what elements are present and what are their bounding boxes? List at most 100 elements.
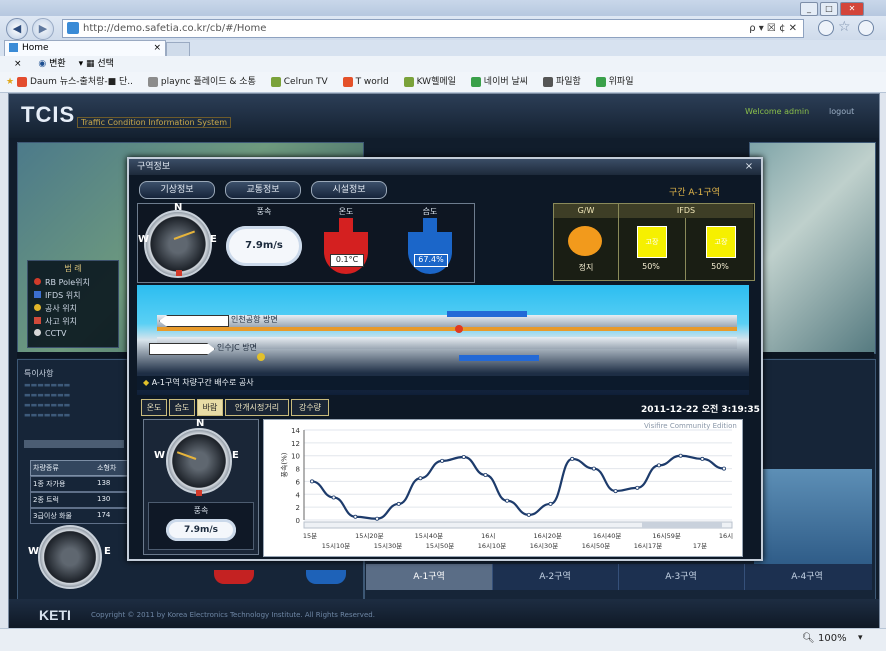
ifds2-value: 50% <box>711 262 729 271</box>
tab-weather[interactable]: 기상정보 <box>139 181 215 199</box>
fav-item-filebox[interactable]: 파일함 <box>542 72 581 92</box>
address-tools[interactable]: ρ ▾ ☒ ¢ ✕ <box>749 20 797 37</box>
home-icon[interactable] <box>818 20 834 36</box>
wind-chart: Visifire Community Edition 풍속(%) 0 2 4 6 8 10… <box>263 419 743 557</box>
zone-tab-a4[interactable]: A-4구역 <box>744 564 870 590</box>
small-compass-n: N <box>196 418 205 429</box>
chart-ytick-label: 10 <box>291 453 300 461</box>
favorites-star-icon[interactable]: ☆ <box>838 19 851 35</box>
fav-item-tworld[interactable]: T world <box>342 72 389 92</box>
fav-item-daum[interactable]: Daum 뉴스-출처랑-■ 단.. <box>16 72 133 92</box>
chart-xtick-label: 15시30분 <box>374 542 403 550</box>
forward-icon[interactable]: ▶ <box>32 18 54 40</box>
footer-logo: KETI <box>39 607 71 623</box>
wind-side-panel: N W E 풍속 7.9m/s <box>143 418 259 555</box>
pole-marker-icon[interactable] <box>455 325 463 333</box>
temp-gauge <box>214 570 254 584</box>
address-bar[interactable]: http://demo.safetia.co.kr/cb/#/Home ρ ▾ … <box>62 19 804 38</box>
zone-tab-a2[interactable]: A-2구역 <box>492 564 619 590</box>
chart-point <box>353 514 358 519</box>
chart-xtick-label: 16시10분 <box>478 542 507 550</box>
cmd-select[interactable]: 선택 <box>97 59 114 69</box>
chart-xtick-label: 16시 <box>719 532 733 540</box>
compass-e-label: E <box>104 546 111 557</box>
construction-marker-icon[interactable] <box>257 353 265 361</box>
fav-item-plaync[interactable]: plaync 플레이드 & 소통 <box>147 72 256 92</box>
tab-close-icon[interactable]: × <box>153 41 161 56</box>
cmd-translate[interactable]: 변환 <box>49 59 66 69</box>
tab-home[interactable]: Home × <box>4 40 166 56</box>
zone-tabs: A-1구역 A-2구역 A-3구역 A-4구역 <box>366 564 872 590</box>
bridge-image <box>754 469 872 569</box>
humid-bottle <box>408 232 452 274</box>
subtab-temp[interactable]: 온도 <box>141 399 167 416</box>
select-icon: ▾ ▦ <box>78 59 95 69</box>
fav-item-kwmail[interactable]: KW헬메일 <box>403 72 456 92</box>
chart-point <box>548 501 553 506</box>
tab-facility[interactable]: 시설정보 <box>311 181 387 199</box>
ifds1-cell: 고장 50% <box>619 218 686 280</box>
modal-titlebar: 구역정보 <box>129 159 761 175</box>
favorites-bar: ★ Daum 뉴스-출처랑-■ 단.. plaync 플레이드 & 소통 Cel… <box>0 72 886 93</box>
fav-item-weather[interactable]: 네이버 날씨 <box>470 72 528 92</box>
temp-label: 온도 <box>338 207 354 216</box>
new-tab-button[interactable] <box>166 42 190 56</box>
notice-bar: ◆ A-1구역 차량구간 배수로 공사 <box>137 376 749 390</box>
small-compass-w: W <box>154 450 166 461</box>
panel-scrollbar[interactable] <box>24 440 124 448</box>
humid-label: 습도 <box>422 207 438 216</box>
map-view-right[interactable] <box>749 142 876 354</box>
chart-point <box>526 512 531 517</box>
favorites-star-icon-small[interactable]: ★ <box>6 77 14 87</box>
gw-status: 정지 <box>578 263 594 272</box>
zoom-dropdown-icon[interactable]: ▾ <box>858 633 863 643</box>
chart-ytick-label: 0 <box>296 517 300 525</box>
zoom-level[interactable]: 100% <box>818 633 847 644</box>
compass-s-marker <box>176 270 182 276</box>
browser-navbar: ◀ ▶ http://demo.safetia.co.kr/cb/#/Home … <box>0 16 886 40</box>
tab-label: Home <box>22 43 49 53</box>
chart-xtick-label: 16시17분 <box>634 542 663 550</box>
wind-cloud: 7.9m/s <box>226 226 302 266</box>
weather-panel: N W E 풍속 7.9m/s 온도 0.1°C 습도 67.4% <box>137 202 475 283</box>
chart-point <box>440 458 445 463</box>
small-wind-label: 풍속 <box>193 506 209 515</box>
subtab-wind[interactable]: 바람 <box>197 399 223 416</box>
cmd-x[interactable]: × <box>14 59 22 69</box>
modal-close-icon[interactable]: × <box>741 159 757 175</box>
subtab-rainfall[interactable]: 강수량 <box>291 399 329 416</box>
back-icon[interactable]: ◀ <box>6 18 28 40</box>
subtab-humidity[interactable]: 습도 <box>169 399 195 416</box>
gw-ifds-panel: G/W IFDS 정지 고장 50% 고장 50% <box>553 203 755 281</box>
logout-link[interactable]: logout <box>829 107 854 116</box>
chart-ytick-label: 8 <box>296 466 300 474</box>
vehicle-table: 차량종류 소형차 1종 자가용 138 2종 트럭 130 3급이상 화물 174 <box>30 460 130 524</box>
close-icon[interactable]: ✕ <box>840 2 864 16</box>
maximize-icon[interactable]: □ <box>820 2 838 16</box>
chart-scroll-thumb <box>642 522 722 528</box>
fav-item-celrun[interactable]: Celrun TV <box>270 72 328 92</box>
tools-gear-icon[interactable] <box>858 20 874 36</box>
chart-xtick-label: 16시20분 <box>533 532 562 540</box>
gw-status-light <box>568 226 602 256</box>
chart-point <box>461 455 466 460</box>
chart-xtick-label: 16시59분 <box>652 532 681 540</box>
accident-icon <box>34 317 41 324</box>
zone-tab-a1[interactable]: A-1구역 <box>366 564 493 590</box>
chart-point <box>613 489 618 494</box>
zone-info-modal: 구역정보 × 기상정보 교통정보 시설정보 구간 A-1구역 N W E 풍속 … <box>127 157 763 561</box>
app-logo-subtitle: Traffic Condition Information System <box>77 117 231 128</box>
minimize-icon[interactable]: _ <box>800 2 818 16</box>
tab-traffic[interactable]: 교통정보 <box>225 181 301 199</box>
legend-item: IFDS 위치 <box>34 290 118 301</box>
zone-tab-a3[interactable]: A-3구역 <box>618 564 745 590</box>
zoom-icon: 🔍︎ <box>802 633 815 644</box>
fav-item-wefile[interactable]: 위파일 <box>595 72 634 92</box>
subtab-visibility[interactable]: 안개시정거리 <box>225 399 289 416</box>
ifds2-cell: 고장 50% <box>686 218 754 280</box>
small-wind-compass <box>166 428 232 494</box>
chart-ytick-label: 12 <box>291 440 300 448</box>
chart-point <box>375 516 380 521</box>
chart-xtick-label: 16시40분 <box>593 532 622 540</box>
arrow-right-icon <box>149 343 215 355</box>
